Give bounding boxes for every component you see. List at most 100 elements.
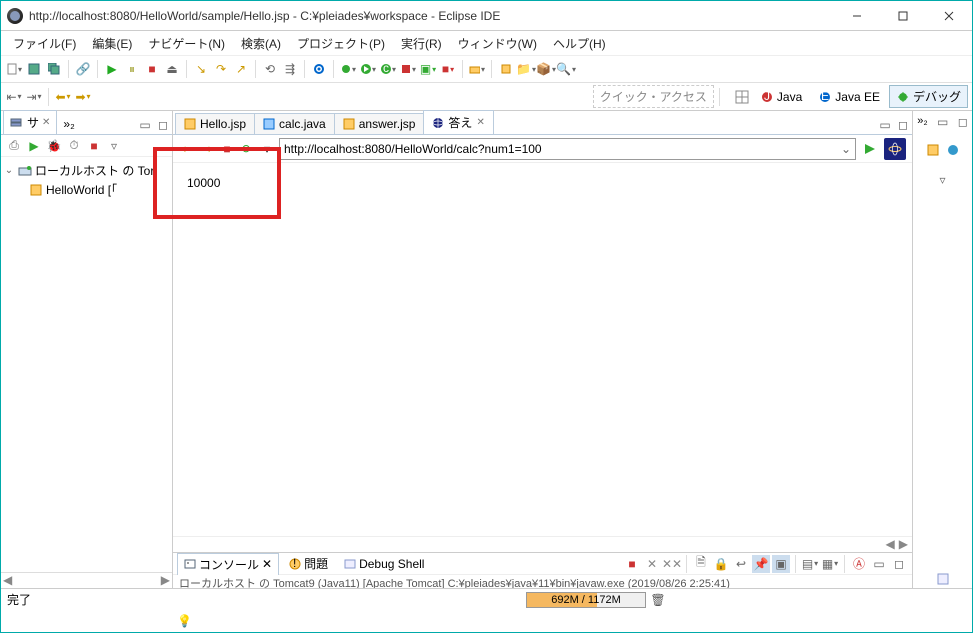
left-scrollbar[interactable]: ◀▶ [1, 572, 172, 588]
resume-button[interactable]: ▶ [103, 60, 121, 78]
server-dropdown[interactable]: ▣ [419, 60, 437, 78]
tab-answer-browser[interactable]: 答え ✕ [423, 110, 493, 134]
step-into-button[interactable]: ↘ [192, 60, 210, 78]
terminate-button[interactable]: ■ [143, 60, 161, 78]
maximize-view-button[interactable]: ◻ [154, 116, 172, 134]
console-display-button[interactable]: ▦ [821, 555, 839, 573]
folder-dropdown[interactable]: 📁 [517, 60, 535, 78]
tab-calc-java[interactable]: calc.java [254, 113, 335, 134]
menu-file[interactable]: ファイル(F) [5, 33, 84, 54]
menu-run[interactable]: 実行(R) [393, 33, 450, 54]
stop-button[interactable]: ■ [85, 137, 103, 155]
console-clear-button[interactable]: 🗎 [692, 555, 710, 573]
expand-icon[interactable]: ⌄ [3, 165, 15, 176]
go-button[interactable] [860, 139, 880, 159]
variables-icon[interactable] [924, 141, 942, 159]
suspend-button[interactable]: ⏸ [123, 60, 141, 78]
minimize-button[interactable] [834, 1, 880, 31]
indent-button[interactable]: ⇤ [5, 88, 23, 106]
overflow-tab[interactable]: »₂ [57, 114, 80, 134]
url-dropdown-icon[interactable]: ⌄ [841, 142, 851, 156]
package-button[interactable] [497, 60, 515, 78]
maximize-right-button[interactable]: ◻ [954, 113, 972, 131]
minimize-console-button[interactable]: ▭ [870, 555, 888, 573]
run-dropdown[interactable] [359, 60, 377, 78]
menu-navigate[interactable]: ナビゲート(N) [140, 33, 233, 54]
debug-server-button[interactable]: 🐞 [45, 137, 63, 155]
open-perspective-button[interactable] [733, 88, 751, 106]
right-menu-button[interactable]: ▿ [934, 171, 952, 189]
console-wrap-button[interactable]: ↩ [732, 555, 750, 573]
menu-project[interactable]: プロジェクト(P) [289, 33, 393, 54]
outline-icon[interactable] [934, 570, 952, 588]
new-server-dropdown[interactable] [468, 60, 486, 78]
step-return-button[interactable]: ↗ [232, 60, 250, 78]
publish-button[interactable]: ⎙ [5, 137, 23, 155]
profile-dropdown[interactable]: ■ [439, 60, 457, 78]
perspective-javaee[interactable]: EE Java EE [811, 87, 887, 107]
external-browser-button[interactable] [884, 138, 906, 160]
console-show-button[interactable]: ▣ [772, 555, 790, 573]
search-dropdown[interactable]: 🔍 [557, 60, 575, 78]
link-button[interactable]: 🔗 [74, 60, 92, 78]
debug-dropdown[interactable] [339, 60, 357, 78]
maximize-button[interactable] [880, 1, 926, 31]
problems-tab[interactable]: ! 問題 [283, 553, 334, 574]
perspective-java[interactable]: J Java [753, 87, 809, 107]
close-tab-icon[interactable]: ✕ [262, 557, 272, 571]
project-dropdown[interactable]: 📦 [537, 60, 555, 78]
gear-button[interactable] [310, 60, 328, 78]
tab-answer-jsp[interactable]: answer.jsp [334, 113, 425, 134]
save-all-button[interactable] [45, 60, 63, 78]
tab-hello-jsp[interactable]: Hello.jsp [175, 113, 255, 134]
console-pin-button[interactable]: 📌 [752, 555, 770, 573]
console-removeall-button[interactable]: ✕✕ [663, 555, 681, 573]
coverage-dropdown[interactable]: c [379, 60, 397, 78]
right-overflow-tab[interactable]: »₂ [913, 113, 931, 131]
save-button[interactable] [25, 60, 43, 78]
ext-tools-dropdown[interactable] [399, 60, 417, 78]
console-open-button[interactable]: ▤ [801, 555, 819, 573]
step-over-button[interactable]: ↷ [212, 60, 230, 78]
minimize-editor-button[interactable]: ▭ [876, 116, 894, 134]
profile-server-button[interactable]: ⏱ [65, 137, 83, 155]
filter-button[interactable]: ⇶ [281, 60, 299, 78]
menu-search[interactable]: 検索(A) [233, 33, 289, 54]
minimize-view-button[interactable]: ▭ [136, 116, 154, 134]
maximize-console-button[interactable]: ◻ [890, 555, 908, 573]
tree-server-row[interactable]: ⌄ ローカルホスト の Tor [3, 161, 170, 180]
perspective-debug[interactable]: デバッグ [889, 85, 968, 108]
eclipse-icon [7, 8, 23, 24]
console-tab[interactable]: コンソール ✕ [177, 553, 279, 575]
quick-access[interactable]: クイック・アクセス [593, 85, 714, 108]
gc-button[interactable]: 🗑 [650, 592, 666, 608]
url-input[interactable]: http://localhost:8080/HelloWorld/calc?nu… [279, 138, 856, 160]
view-menu-button[interactable]: ▿ [105, 137, 123, 155]
console-scroll-lock-button[interactable]: 🔒 [712, 555, 730, 573]
tab-answer-browser-label: 答え [448, 114, 472, 131]
disconnect-button[interactable]: ⏏ [163, 60, 181, 78]
breakpoints-icon[interactable] [944, 141, 962, 159]
drop-frame-button[interactable]: ⟲ [261, 60, 279, 78]
back-button[interactable]: ⬅ [54, 88, 72, 106]
debugshell-tab[interactable]: Debug Shell [338, 555, 430, 573]
console-terminate-button[interactable]: ■ [623, 555, 641, 573]
menu-edit[interactable]: 編集(E) [84, 33, 140, 54]
close-tab-icon[interactable]: ✕ [476, 117, 484, 128]
console-ansi-button[interactable]: Ⓐ [850, 555, 868, 573]
outdent-button[interactable]: ⇥ [25, 88, 43, 106]
forward-button[interactable]: ➡ [74, 88, 92, 106]
menu-window[interactable]: ウィンドウ(W) [450, 33, 545, 54]
close-button[interactable] [926, 1, 972, 31]
new-button[interactable] [5, 60, 23, 78]
center-scrollbar[interactable]: ◀▶ [173, 536, 912, 552]
console-remove-button[interactable]: ✕ [643, 555, 661, 573]
servers-tab[interactable]: サ ✕ [3, 110, 57, 134]
maximize-editor-button[interactable]: ◻ [894, 116, 912, 134]
tree-app-row[interactable]: HelloWorld [「 [3, 180, 170, 199]
close-tab-icon[interactable]: ✕ [42, 117, 50, 128]
menu-help[interactable]: ヘルプ(H) [545, 33, 614, 54]
minimize-right-button[interactable]: ▭ [934, 113, 952, 131]
tab-calc-java-label: calc.java [279, 117, 326, 131]
start-button[interactable]: ▶ [25, 137, 43, 155]
